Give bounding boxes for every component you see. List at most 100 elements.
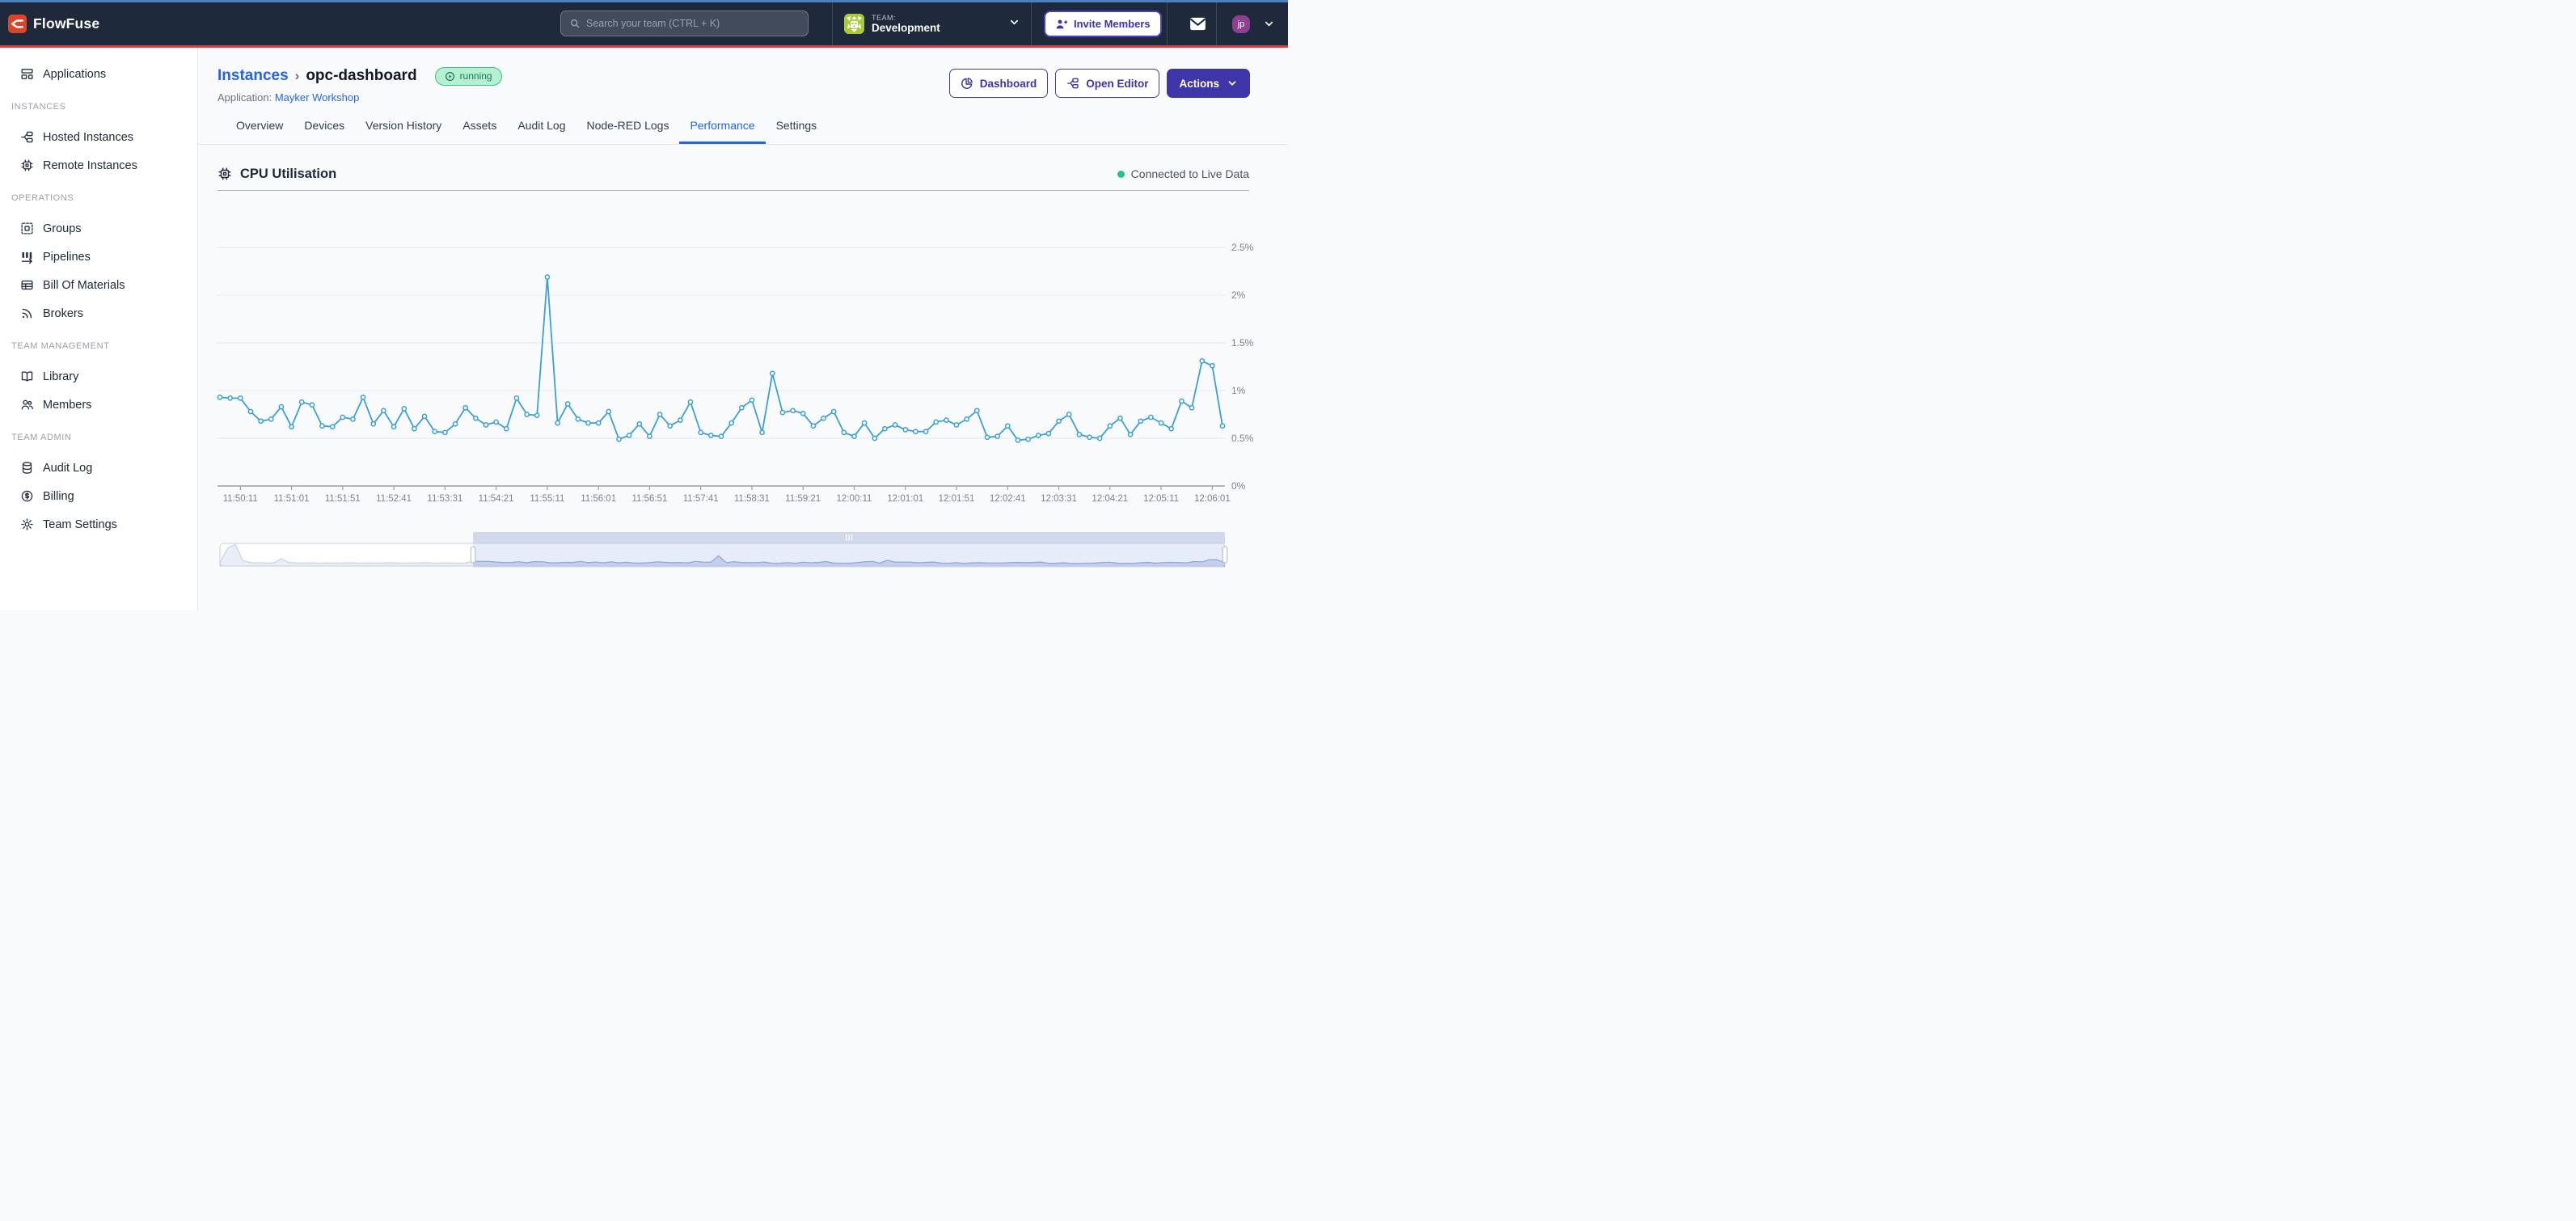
svg-text:12:05:11: 12:05:11 [1143,494,1179,504]
actions-button-label: Actions [1179,78,1219,90]
team-search[interactable] [560,11,809,36]
cpu-chip-icon [217,167,232,181]
svg-text:12:01:01: 12:01:01 [887,494,923,504]
sidebar-item-label: Bill Of Materials [43,279,125,292]
svg-text:11:50:11: 11:50:11 [223,494,258,504]
svg-text:12:01:51: 12:01:51 [939,494,975,504]
team-picker[interactable]: TEAM: Development [844,2,1031,45]
flowfuse-logo[interactable]: FlowFuse [8,2,99,45]
svg-text:11:51:51: 11:51:51 [325,494,361,504]
user-avatar: jp [1232,15,1250,33]
brand-name: FlowFuse [33,15,99,32]
svg-text:0%: 0% [1231,480,1246,492]
page-title: opc-dashboard [306,67,416,85]
application-link[interactable]: Mayker Workshop [275,91,360,104]
breadcrumb-separator-icon: › [295,68,300,84]
svg-text:11:51:01: 11:51:01 [274,494,310,504]
sidebar-item-brokers[interactable]: Brokers [0,299,197,327]
svg-text:11:55:11: 11:55:11 [530,494,564,504]
sidebar-item-audit-log[interactable]: Audit Log [0,454,197,482]
application-label: Application: [217,91,272,104]
fork-icon [20,130,34,144]
svg-text:11:56:51: 11:56:51 [631,494,667,504]
status-badge: running [435,67,502,86]
sidebar-item-applications[interactable]: Applications [0,60,197,88]
svg-text:11:58:31: 11:58:31 [734,494,770,504]
chevron-down-icon [1227,78,1238,89]
svg-text:2%: 2% [1231,289,1246,301]
svg-text:12:00:11: 12:00:11 [837,494,872,504]
invite-members-label: Invite Members [1074,18,1151,30]
sidebar-item-label: Team Settings [43,518,117,531]
sidebar-item-team-settings[interactable]: Team Settings [0,510,197,539]
section-divider [217,190,1249,191]
invite-members-button[interactable]: Invite Members [1044,11,1162,37]
svg-text:1.5%: 1.5% [1231,337,1254,349]
zoom-handle-left[interactable] [471,547,475,563]
main-content: Instances › opc-dashboard running Applic… [198,48,1288,610]
sidebar-item-billing[interactable]: Billing [0,482,197,510]
zoom-handle-right[interactable] [1223,547,1227,563]
team-avatar [844,14,864,34]
dashboard-button[interactable]: Dashboard [949,69,1049,98]
tab-devices[interactable]: Devices [293,111,355,144]
accent-strip-top [0,0,1288,2]
tab-performance[interactable]: Performance [679,111,765,144]
team-label: TEAM: [872,14,940,22]
team-name: Development [872,22,940,35]
applications-icon [20,67,34,81]
sidebar-item-groups[interactable]: Groups [0,214,197,243]
gear-icon [20,518,34,531]
sidebar-item-label: Brokers [43,307,83,320]
tab-overview[interactable]: Overview [226,111,293,144]
tab-settings[interactable]: Settings [766,111,828,144]
svg-text:11:52:41: 11:52:41 [376,494,412,504]
section-title: CPU Utilisation [240,167,336,182]
chevron-down-icon [1008,16,1020,32]
search-input[interactable] [586,18,800,29]
sidebar-item-label: Remote Instances [43,159,137,172]
live-data-status: Connected to Live Data [1117,167,1249,180]
users-icon [20,398,34,412]
flowfuse-logo-icon [8,15,27,33]
svg-text:12:06:01: 12:06:01 [1194,494,1231,504]
svg-text:11:54:21: 11:54:21 [479,494,514,504]
notifications-button[interactable] [1179,2,1216,45]
svg-text:12:03:31: 12:03:31 [1041,494,1077,504]
user-plus-icon [1055,18,1068,31]
open-editor-button[interactable]: Open Editor [1055,69,1159,98]
user-menu[interactable]: jp [1232,2,1275,45]
mail-icon [1189,17,1206,31]
sidebar-item-members[interactable]: Members [0,391,197,419]
svg-text:2.5%: 2.5% [1231,242,1254,253]
sidebar-item-hosted-instances[interactable]: Hosted Instances [0,123,197,151]
sidebar-item-remote-instances[interactable]: Remote Instances [0,151,197,180]
navbar-divider [1167,2,1168,45]
breadcrumb-instances-link[interactable]: Instances [217,67,289,85]
chart-zoom-slider[interactable] [217,529,1228,571]
sidebar-item-label: Library [43,370,78,383]
currency-dollar-icon [20,489,34,503]
sidebar-item-label: Members [43,399,91,412]
tab-version-history[interactable]: Version History [355,111,452,144]
tab-audit-log[interactable]: Audit Log [507,111,576,144]
sidebar-item-pipelines[interactable]: Pipelines [0,243,197,271]
chevron-down-icon [1263,18,1275,30]
navbar-divider [1031,2,1032,45]
pie-chart-icon [961,77,973,90]
svg-text:1%: 1% [1231,385,1246,396]
sidebar-item-label: Applications [43,68,106,81]
sidebar-section-instances: INSTANCES [0,102,197,112]
dashboard-button-label: Dashboard [980,78,1037,90]
sidebar-section-operations: OPERATIONS [0,193,197,203]
sidebar-item-library[interactable]: Library [0,362,197,391]
actions-button[interactable]: Actions [1167,69,1250,98]
cpu-utilisation-chart[interactable]: 11:50:1111:51:0111:51:5111:52:4111:53:31… [217,197,1269,511]
svg-text:12:04:21: 12:04:21 [1092,494,1128,504]
tab-assets[interactable]: Assets [452,111,507,144]
sidebar-section-team-management: TEAM MANAGEMENT [0,341,197,351]
svg-text:0.5%: 0.5% [1231,433,1254,444]
tab-node-red-logs[interactable]: Node-RED Logs [576,111,680,144]
sidebar-item-bill-of-materials[interactable]: Bill Of Materials [0,271,197,299]
play-circle-icon [445,71,455,82]
